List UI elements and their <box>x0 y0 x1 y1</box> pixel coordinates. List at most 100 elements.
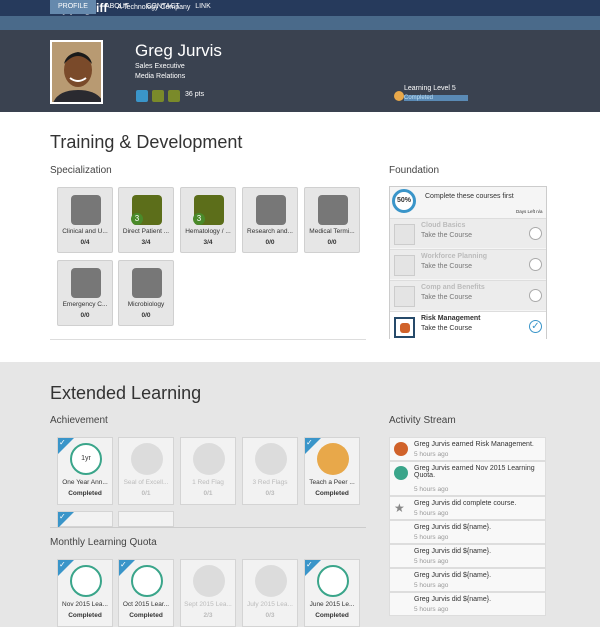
achievement-card[interactable]: ✓ 1yr One Year Ann... Completed <box>57 437 113 505</box>
teacher-icon <box>317 443 349 475</box>
card-label: Research and... <box>247 228 293 235</box>
puzzle-icon <box>256 195 286 225</box>
course-action[interactable]: Take the Course <box>421 325 472 332</box>
card-label: Seal of Excell... <box>123 479 169 486</box>
activity-text: Greg Jurvis did complete course. <box>414 500 517 507</box>
calendar-icon <box>131 565 163 597</box>
flask-icon <box>71 195 101 225</box>
activity-item[interactable]: Greg Jurvis did ${name}. 5 hours ago <box>389 592 546 616</box>
shield-icon <box>394 442 408 456</box>
level-badge: 3 <box>193 213 205 225</box>
card-value: 0/0 <box>141 312 151 319</box>
specialization-card[interactable]: 3 Hematology / ... 3/4 <box>180 187 236 253</box>
activity-time: 5 hours ago <box>414 558 449 565</box>
quota-card[interactable]: July 2015 Lea... 0/3 <box>242 559 298 627</box>
activity-time: 5 hours ago <box>414 582 449 589</box>
course-row[interactable]: Workforce Planning Take the Course <box>390 249 546 279</box>
card-value: 0/0 <box>80 312 90 319</box>
course-row[interactable]: Risk Management Take the Course ✓ <box>390 311 546 341</box>
course-row[interactable]: Comp and Benefits Take the Course <box>390 280 546 310</box>
card-label: Medical Termi... <box>309 228 355 235</box>
achievement-card[interactable]: ✓ <box>57 511 113 528</box>
card-label: Oct 2015 Lear... <box>122 601 170 608</box>
badge-icon[interactable] <box>152 90 164 102</box>
seal-icon <box>131 443 163 475</box>
card-label: June 2015 Le... <box>309 601 355 608</box>
achievement-card[interactable]: ✓ Teach a Peer ... Completed <box>304 437 360 505</box>
badge-icon[interactable] <box>168 90 180 102</box>
foundation-heading: Complete these courses first <box>425 193 514 200</box>
card-label: Direct Patient ... <box>122 228 170 235</box>
achievement-card[interactable]: Seal of Excell... 0/1 <box>118 437 174 505</box>
specialization-card[interactable]: Medical Termi... 0/0 <box>304 187 360 253</box>
activity-item[interactable]: Greg Jurvis did ${name}. 5 hours ago <box>389 568 546 592</box>
nav-link[interactable]: LINK <box>190 0 216 14</box>
card-value: 0/0 <box>265 239 275 246</box>
avatar <box>50 40 103 104</box>
specialization-card[interactable]: Emergency C... 0/0 <box>57 260 113 326</box>
nav-contact[interactable]: CONTACT <box>142 0 184 14</box>
quota-card[interactable]: ✓ Oct 2015 Lear... Completed <box>118 559 174 627</box>
training-title: Training & Development <box>50 132 243 152</box>
achievement-card[interactable]: 1 Red Flag 0/1 <box>180 437 236 505</box>
activity-time: 5 hours ago <box>414 606 449 613</box>
activity-item[interactable]: Greg Jurvis did ${name}. 5 hours ago <box>389 520 546 544</box>
course-name: Cloud Basics <box>421 222 466 229</box>
status-circle-icon <box>529 227 542 240</box>
profile-title: Sales Executive <box>135 63 185 70</box>
course-icon <box>394 224 415 245</box>
activity-item[interactable]: Greg Jurvis earned Risk Management. 5 hou… <box>389 437 546 461</box>
specialization-card[interactable]: Clinical and U... 0/4 <box>57 187 113 253</box>
activity-time: 5 hours ago <box>414 534 449 541</box>
card-label: Nov 2015 Lea... <box>62 601 108 608</box>
level-icon <box>394 91 404 101</box>
activity-item[interactable]: Greg Jurvis earned Nov 2015 Learning Quo… <box>389 461 546 496</box>
achievement-title: Achievement <box>50 415 108 426</box>
activity-time: 5 hours ago <box>414 510 449 517</box>
achievement-card[interactable]: 3 Red Flags 0/3 <box>242 437 298 505</box>
level-badge: 3 <box>131 213 143 225</box>
badge-icon[interactable] <box>136 90 148 102</box>
course-action[interactable]: Take the Course <box>421 232 472 239</box>
course-name: Comp and Benefits <box>421 284 485 291</box>
achievement-card[interactable] <box>118 511 174 527</box>
course-row[interactable]: Cloud Basics Take the Course <box>390 218 546 248</box>
quota-card[interactable]: ✓ June 2015 Le... Completed <box>304 559 360 627</box>
activity-text: Greg Jurvis did ${name}. <box>414 572 492 579</box>
activity-text: Greg Jurvis did ${name}. <box>414 596 492 603</box>
foundation-title: Foundation <box>389 165 440 176</box>
red-flag-icon <box>193 443 225 475</box>
card-label: Sept 2015 Lea... <box>184 601 232 608</box>
status-circle-icon <box>529 258 542 271</box>
nav-about[interactable]: ABOUT <box>100 0 134 14</box>
share-icon <box>132 268 162 298</box>
course-action[interactable]: Take the Course <box>421 263 472 270</box>
card-value: 3/4 <box>141 239 151 246</box>
course-action[interactable]: Take the Course <box>421 294 472 301</box>
quota-card[interactable]: Sept 2015 Lea... 2/3 <box>180 559 236 627</box>
activity-item[interactable]: ★ Greg Jurvis did complete course. 5 hours… <box>389 496 546 520</box>
calendar-icon <box>70 565 102 597</box>
specialization-card[interactable]: Microbiology 0/0 <box>118 260 174 326</box>
calendar-icon <box>394 466 408 480</box>
activity-text: Greg Jurvis did ${name}. <box>414 548 492 555</box>
divider <box>50 339 366 340</box>
specialization-card[interactable]: 3 Direct Patient ... 3/4 <box>118 187 174 253</box>
card-value: Completed <box>129 612 163 619</box>
card-value: 0/0 <box>327 239 337 246</box>
card-label: One Year Ann... <box>62 479 108 486</box>
card-value: 3/4 <box>203 239 213 246</box>
compass-icon <box>318 195 348 225</box>
nav-profile[interactable]: PROFILE <box>50 0 96 14</box>
card-label: 3 Red Flags <box>252 479 288 486</box>
calendar-icon <box>193 565 225 597</box>
card-value: 0/1 <box>141 490 151 497</box>
activity-item[interactable]: Greg Jurvis did ${name}. 5 hours ago <box>389 544 546 568</box>
activity-time: 5 hours ago <box>414 451 449 458</box>
quota-title: Monthly Learning Quota <box>50 537 157 548</box>
specialization-card[interactable]: Research and... 0/0 <box>242 187 298 253</box>
profile-department: Media Relations <box>135 73 186 80</box>
quota-card[interactable]: ✓ Nov 2015 Lea... Completed <box>57 559 113 627</box>
card-value: 0/3 <box>265 490 275 497</box>
learning-level: Learning Level 5 <box>404 85 456 92</box>
